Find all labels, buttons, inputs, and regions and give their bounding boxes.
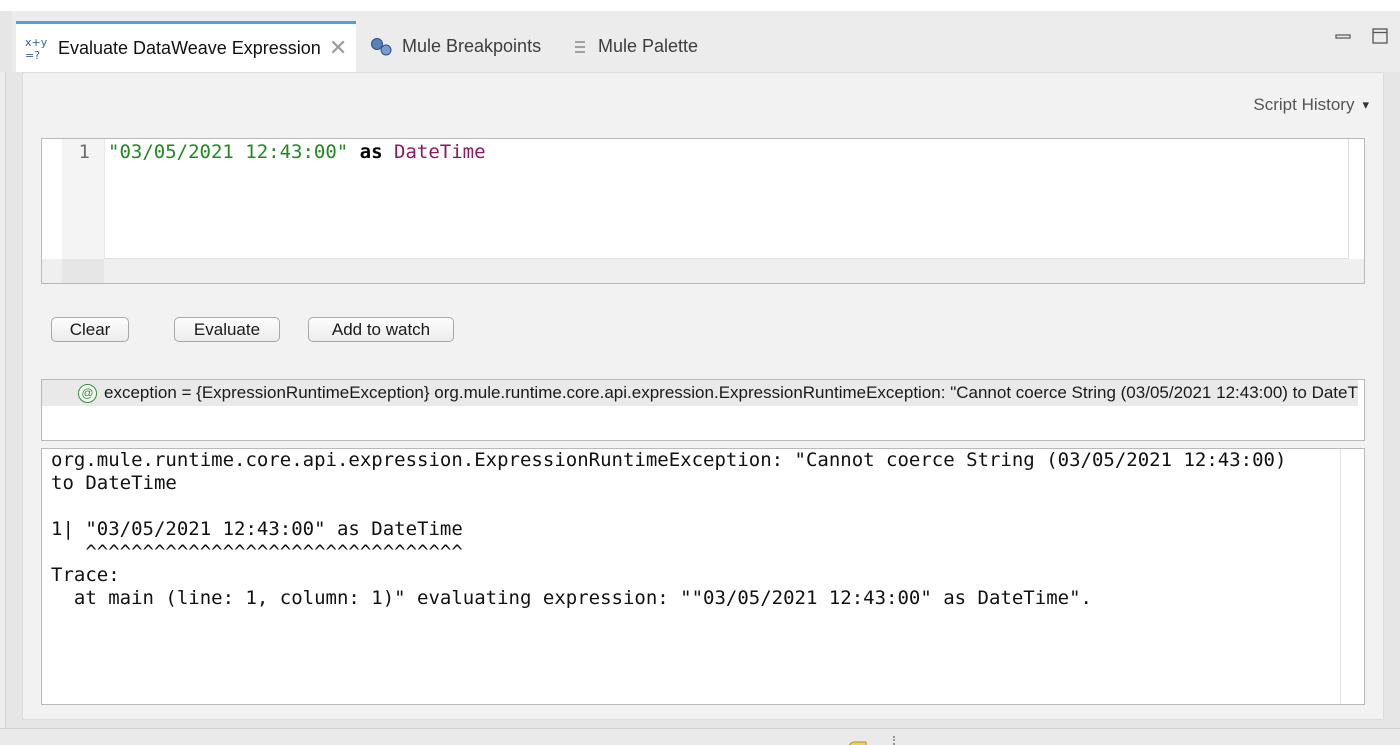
dataweave-expression-icon: x+y =? [24,35,50,61]
clear-button[interactable]: Clear [51,317,129,342]
exception-detail-text: org.mule.runtime.core.api.expression.Exp… [51,449,1287,609]
result-row-exception[interactable]: @ exception = {ExpressionRuntimeExceptio… [42,380,1358,406]
code-type-name: DateTime [394,141,486,163]
expression-editor[interactable]: 1 "03/05/2021 12:43:00" as DateTime [41,138,1365,284]
status-bar [0,728,1400,745]
breakpoints-icon [370,37,394,57]
code-line: "03/05/2021 12:43:00" as DateTime [108,141,486,163]
add-to-watch-button[interactable]: Add to watch [308,317,454,342]
tab-label: Evaluate DataWeave Expression [58,37,321,58]
exception-detail-pane[interactable]: org.mule.runtime.core.api.expression.Exp… [41,448,1365,705]
svg-text:x+y: x+y [25,36,48,49]
exception-variable-icon: @ [78,383,97,403]
view-tab-bar: x+y =? Evaluate DataWeave Expression ✕ M… [12,11,1400,72]
minimize-icon[interactable] [1334,27,1352,45]
tab-mule-palette[interactable]: Mule Palette [570,21,698,72]
editor-horizontal-scrollbar[interactable] [42,259,1364,283]
maximize-icon[interactable] [1371,27,1389,45]
line-number: 1 [78,141,90,163]
evaluate-button[interactable]: Evaluate [174,317,280,342]
dataweave-evaluation-panel: Script History ▾ 1 "03/05/2021 12:43:00"… [22,72,1384,720]
palette-list-icon [570,38,590,56]
tab-label: Mule Palette [598,36,699,56]
result-text: exception = {ExpressionRuntimeException}… [104,383,1358,402]
evaluation-result-tree: @ exception = {ExpressionRuntimeExceptio… [41,379,1365,441]
code-string-literal: "03/05/2021 12:43:00" [108,141,349,163]
chevron-down-icon: ▾ [1362,97,1369,112]
window-top-strip [0,0,1400,11]
left-view-edge [0,72,6,732]
code-input-area[interactable]: "03/05/2021 12:43:00" as DateTime [104,139,1349,259]
tab-mule-breakpoints[interactable]: Mule Breakpoints [370,21,541,72]
close-icon[interactable]: ✕ [329,37,347,59]
script-history-menu[interactable]: Script History ▾ [1253,95,1369,115]
hand-pointer-icon [846,736,868,745]
script-history-label: Script History [1253,95,1355,114]
detail-vertical-scrollbar[interactable] [1340,449,1364,704]
code-keyword: as [359,141,383,163]
svg-text:=?: =? [25,49,40,61]
status-separator [893,736,895,745]
tab-label: Mule Breakpoints [402,36,542,56]
line-number-gutter: 1 [62,139,104,259]
scrollbar-corner [62,259,104,283]
tab-evaluate-dataweave[interactable]: x+y =? Evaluate DataWeave Expression ✕ [16,21,356,72]
